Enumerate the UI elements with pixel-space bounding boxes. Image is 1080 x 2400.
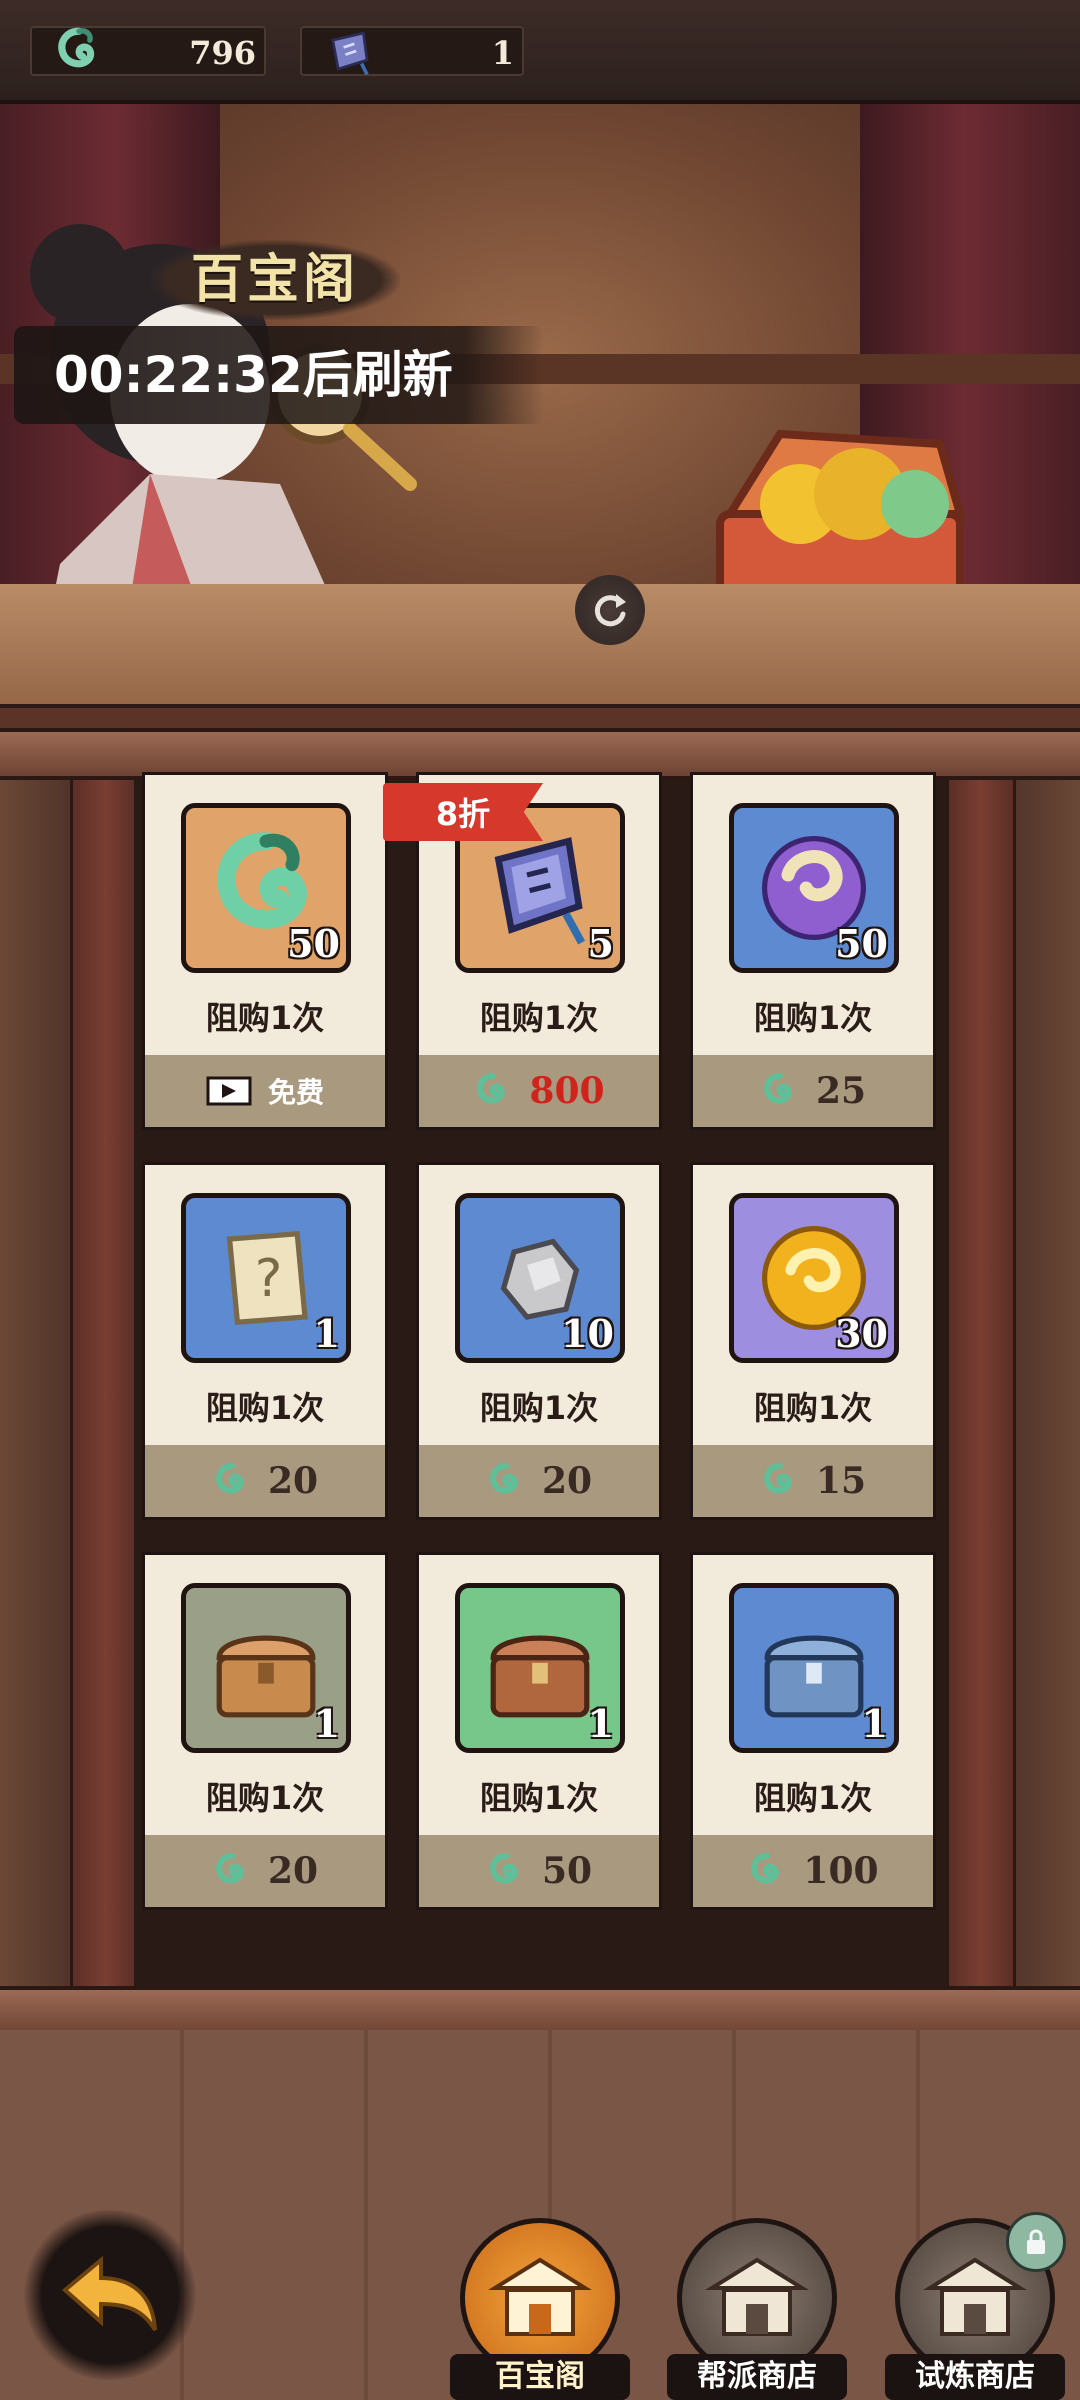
token-currency-counter: 1 [300,26,524,76]
price-bar[interactable]: 20 [419,1445,659,1517]
price-bar[interactable]: 800 [419,1055,659,1127]
price-bar[interactable]: 15 [693,1445,933,1517]
token-currency-value: 1 [491,34,514,72]
jade-coin-icon [216,1463,244,1494]
item-tile: 50 [181,803,351,973]
item-tile: 50 [729,803,899,973]
price-amount: 25 [815,1070,867,1112]
lock-icon [1027,2229,1045,2254]
shop-item-card[interactable]: 5 8折 阻购1次 800 [383,772,662,1130]
price-free: 免费 [267,1076,324,1109]
price-amount: 15 [815,1460,867,1502]
discount-badge: 8折 [383,783,543,841]
nav-label: 试炼商店 [885,2354,1065,2400]
purchase-limit: 阻购1次 [205,999,325,1037]
jade-coin-icon [216,1853,244,1884]
price-amount: 50 [541,1850,593,1892]
token-plaque-icon [494,837,586,945]
jade-coin-icon [490,1463,518,1494]
item-quantity: 1 [313,1701,340,1746]
nav-tab-treasure-pavilion[interactable]: 百宝阁 [450,2218,630,2400]
shop-screen: 796 1 百宝阁 00:22:32后刷新 50 阻购1次 免费 5 8折 阻购… [0,0,1080,2400]
back-button[interactable] [20,2210,200,2380]
wooden-chest-icon [216,1635,316,1718]
jade-coin-icon [58,27,95,68]
item-quantity: 50 [287,921,340,966]
nav-label: 百宝阁 [450,2354,630,2400]
price-bar[interactable]: 25 [693,1055,933,1127]
cabinet-wall-right [1010,772,1080,1992]
svg-text:?: ? [255,1249,283,1309]
refresh-icon [594,594,626,627]
item-tile: 30 [729,1193,899,1363]
jade-currency-value: 796 [189,34,256,72]
jade-coin-icon [490,1853,518,1884]
shop-title: 百宝阁 [150,240,400,320]
token-plaque-icon [331,31,369,76]
video-ad-icon [206,1076,252,1106]
purchase-limit: 阻购1次 [753,1389,873,1427]
price-bar[interactable]: 50 [419,1835,659,1907]
nav-label: 帮派商店 [667,2354,847,2400]
lock-badge [1006,2212,1066,2272]
purchase-limit: 阻购1次 [753,1779,873,1817]
nav-tab-guild-shop[interactable]: 帮派商店 [667,2218,847,2400]
item-tile: 10 [455,1193,625,1363]
price-amount: 20 [267,1460,319,1502]
back-arrow-icon [61,2255,157,2332]
purchase-limit: 阻购1次 [479,999,599,1037]
refresh-button[interactable] [575,575,645,645]
price-bar[interactable]: 免费 [145,1055,385,1127]
item-quantity: 50 [835,921,888,966]
price-bar[interactable]: 100 [693,1835,933,1907]
item-quantity: 30 [835,1311,888,1356]
purchase-limit: 阻购1次 [205,1779,325,1817]
item-tile: 1 [455,1583,625,1753]
purchase-limit: 阻购1次 [205,1389,325,1427]
pavilion-icon [923,2257,1027,2336]
bronze-chest-icon [490,1635,590,1718]
shop-item-card[interactable]: 50 阻购1次 免费 [142,772,388,1130]
shop-item-card[interactable]: 1 阻购1次 100 [690,1552,936,1910]
price-amount: 100 [803,1850,879,1892]
purchase-limit: 阻购1次 [479,1389,599,1427]
cabinet-wall-left [0,772,70,1992]
cabinet-post-right [946,772,1016,1998]
pavilion-icon [705,2257,809,2336]
price-amount: 20 [267,1850,319,1892]
mystery-scroll-icon: ? [226,1231,308,1325]
silver-chest-icon [764,1635,864,1718]
shop-item-card[interactable]: 1 阻购1次 20 [142,1552,388,1910]
pavilion-icon [488,2257,592,2336]
shop-item-card[interactable]: ? 1 阻购1次 20 [142,1162,388,1520]
price-bar[interactable]: 20 [145,1445,385,1517]
price-amount: 20 [541,1460,593,1502]
jade-coin-icon [751,1853,780,1884]
shop-item-card[interactable]: 50 阻购1次 25 [690,772,936,1130]
resource-bar: 796 1 [0,0,1080,104]
jade-coin-icon [477,1073,506,1104]
item-tile: 1 [181,1583,351,1753]
purchase-limit: 阻购1次 [479,1779,599,1817]
nav-tab-trial-shop[interactable]: 试炼商店 [885,2212,1066,2400]
item-quantity: 1 [313,1311,340,1356]
price-bar[interactable]: 20 [145,1835,385,1907]
cabinet-post-left [70,772,140,1998]
jade-currency-counter: 796 [30,26,266,76]
item-quantity: 5 [587,921,614,966]
item-tile: ? 1 [181,1193,351,1363]
shop-banner-scene [0,104,1080,744]
shop-item-card[interactable]: 10 阻购1次 20 [416,1162,662,1520]
purchase-limit: 阻购1次 [753,999,873,1037]
item-tile: 1 [729,1583,899,1753]
item-quantity: 10 [561,1311,614,1356]
jade-coin-icon [764,1463,792,1494]
shop-item-card[interactable]: 1 阻购1次 50 [416,1552,662,1910]
shop-item-card[interactable]: 30 阻购1次 15 [690,1162,936,1520]
item-quantity: 1 [861,1701,888,1746]
item-quantity: 1 [587,1701,614,1746]
price-amount: 800 [529,1070,605,1112]
jade-coin-icon [764,1073,792,1104]
refresh-timer: 00:22:32后刷新 [14,326,544,424]
